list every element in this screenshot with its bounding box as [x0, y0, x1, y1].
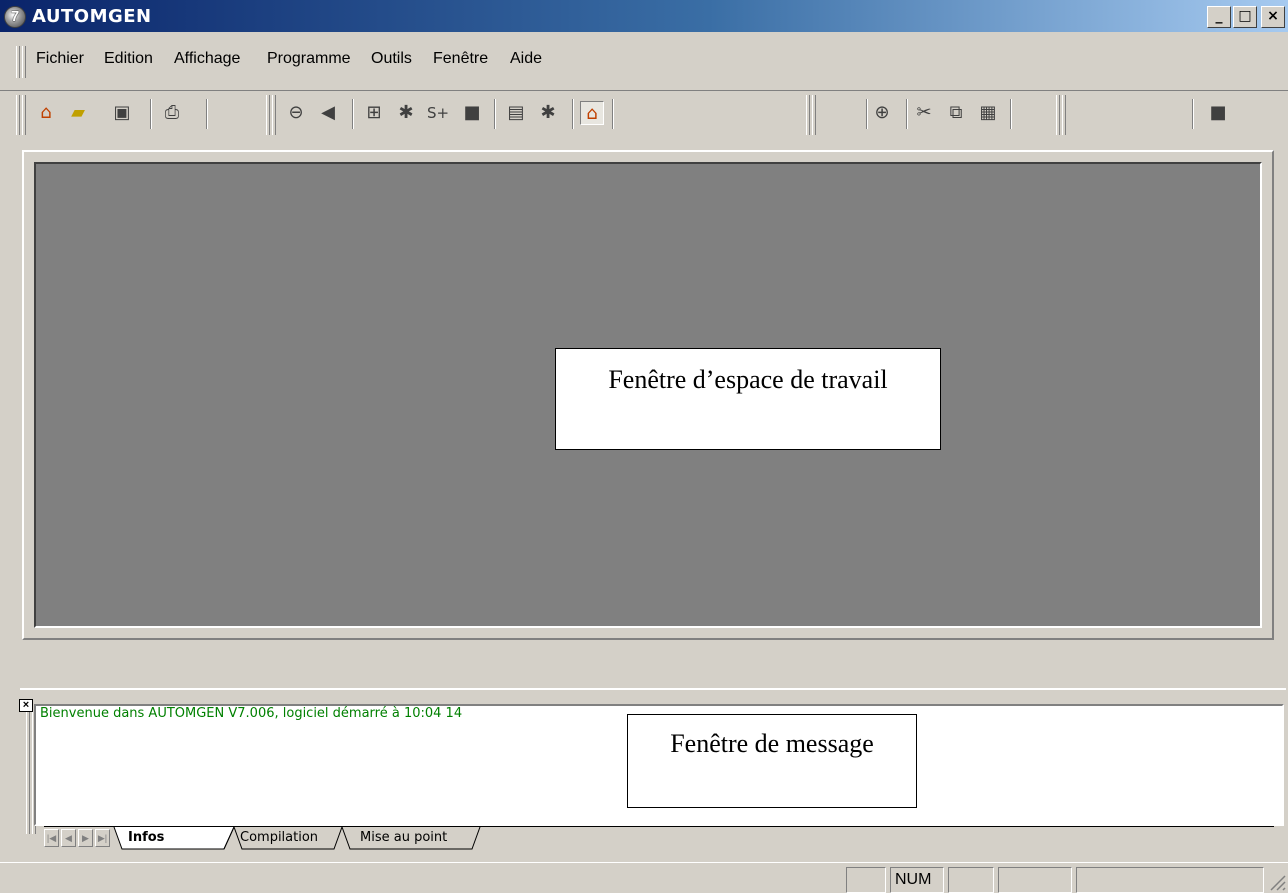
toolbar-separator [206, 99, 208, 129]
status-bar: NUM [0, 862, 1288, 893]
status-cell-info [998, 867, 1072, 893]
toolbar-grip-6[interactable] [812, 95, 816, 135]
message-grip[interactable] [26, 708, 30, 834]
tab-mise-au-point[interactable]: Mise au point [360, 828, 447, 848]
print-icon[interactable]: ⎙ [160, 101, 184, 125]
copy-icon[interactable]: ⧉ [944, 101, 968, 125]
menu-programme[interactable]: Programme [267, 50, 351, 68]
tab-outlines [113, 827, 481, 850]
paste-icon[interactable]: ▦ [976, 101, 1000, 125]
expand-icon[interactable]: ⊞ [362, 101, 386, 125]
workspace-callout: Fenêtre d’espace de travail [555, 348, 941, 450]
toolbar-separator [612, 99, 614, 129]
compile-icon[interactable]: ✱ [394, 101, 418, 125]
toolbar-separator [1192, 99, 1194, 129]
toolbar-grip-3[interactable] [266, 95, 270, 135]
next-tab-button[interactable]: ▶ [78, 829, 93, 847]
tab-compilation[interactable]: Compilation [240, 828, 318, 848]
toolbar-separator [906, 99, 908, 129]
toolbar-separator [352, 99, 354, 129]
first-tab-button[interactable]: |◀ [44, 829, 59, 847]
menu-fichier[interactable]: Fichier [36, 50, 84, 68]
toolbar-grip-5[interactable] [806, 95, 810, 135]
toolbar-grip-4[interactable] [272, 95, 276, 135]
minimize-button[interactable]: _ [1207, 6, 1231, 28]
zoom-in-icon[interactable]: ⊕ [870, 101, 894, 125]
zoom-out-icon[interactable]: ⊖ [284, 101, 308, 125]
menu-grip-2[interactable] [22, 46, 26, 78]
menu-bar: Fichier Edition Affichage Programme Outi… [0, 40, 1288, 84]
toolbar-grip-7[interactable] [1056, 95, 1060, 135]
resize-grip-icon[interactable] [1268, 873, 1286, 891]
toolbar-grip-2[interactable] [22, 95, 26, 135]
arrow-icon[interactable]: ◀ [316, 101, 340, 125]
status-cell-scroll [948, 867, 994, 893]
toolbar-grip[interactable] [16, 95, 20, 135]
toolbar-separator [494, 99, 496, 129]
menu-aide[interactable]: Aide [510, 50, 542, 68]
toolbar-separator [150, 99, 152, 129]
message-line: Bienvenue dans AUTOMGEN V7.006, logiciel… [40, 706, 463, 721]
window-title: AUTOMGEN [32, 6, 152, 27]
go-icon[interactable]: ✱ [536, 101, 560, 125]
toolbar-grip-8[interactable] [1062, 95, 1066, 135]
last-tab-button[interactable]: ▶| [95, 829, 110, 847]
cut-icon[interactable]: ✂ [912, 101, 936, 125]
status-cell-num: NUM [890, 867, 944, 893]
new-document-icon[interactable]: ▤ [504, 101, 528, 125]
status-cell-caps [846, 867, 886, 893]
color-box-icon[interactable]: ■ [1206, 101, 1230, 125]
app-icon[interactable]: 7 [4, 6, 26, 28]
toolbar-separator [1010, 99, 1012, 129]
status-cell-wide [1076, 867, 1264, 893]
save-icon[interactable]: ▣ [110, 101, 134, 125]
menu-edition[interactable]: Edition [104, 50, 153, 68]
maximize-button[interactable]: □ [1233, 6, 1257, 28]
message-close-button[interactable]: × [19, 699, 33, 712]
close-button[interactable]: × [1261, 6, 1285, 28]
tab-infos[interactable]: Infos [128, 828, 164, 848]
toolbar-separator [866, 99, 868, 129]
menu-grip[interactable] [16, 46, 20, 78]
prev-tab-button[interactable]: ◀ [61, 829, 76, 847]
project-active-icon[interactable]: ⌂ [580, 101, 604, 125]
menu-outils[interactable]: Outils [371, 50, 412, 68]
message-tabs: |◀ ◀ ▶ ▶| Infos Compilation Mise au poin… [44, 826, 1274, 850]
menu-affichage[interactable]: Affichage [174, 50, 240, 68]
menu-fenetre[interactable]: Fenêtre [433, 50, 488, 68]
toolbar-separator [572, 99, 574, 129]
toolbar: ⌂ ▰ ▣ ⎙ ⊖ ◀ ⊞ ✱ S+ ■ ▤ ✱ ⌂ ⊕ ✂ ⧉ ▦ ■ [0, 90, 1288, 140]
title-bar: 7 AUTOMGEN _ □ × [0, 0, 1288, 32]
step-icon[interactable]: S+ [426, 101, 450, 125]
stop-icon[interactable]: ■ [460, 101, 484, 125]
open-folder-icon[interactable]: ▰ [66, 101, 90, 125]
new-project-icon[interactable]: ⌂ [34, 101, 58, 125]
message-callout: Fenêtre de message [627, 714, 917, 808]
